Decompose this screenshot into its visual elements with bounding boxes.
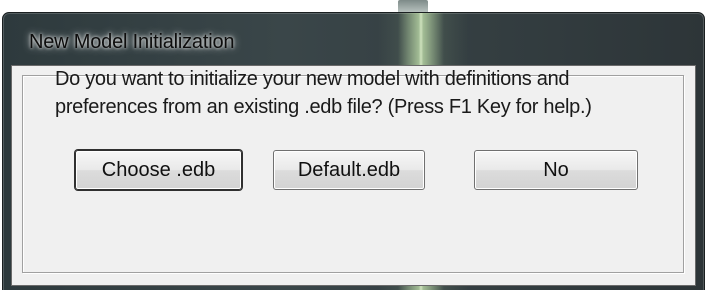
- screen: New Model Initialization Do you want to …: [0, 0, 705, 290]
- choose-edb-button[interactable]: Choose .edb: [75, 150, 242, 190]
- default-edb-button[interactable]: Default.edb: [273, 150, 425, 190]
- no-button[interactable]: No: [474, 150, 638, 190]
- background-window-tab: [398, 0, 428, 12]
- window-title: New Model Initialization: [29, 31, 235, 53]
- dialog-message: Do you want to initialize your new model…: [55, 68, 592, 118]
- background-page: [0, 0, 705, 12]
